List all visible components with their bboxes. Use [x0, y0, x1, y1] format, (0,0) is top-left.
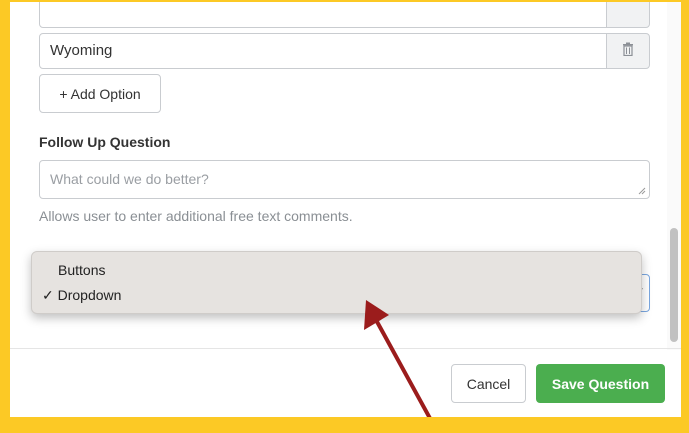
display-type-menu: Buttons ✓ Dropdown [31, 251, 642, 314]
save-question-button[interactable]: Save Question [536, 364, 665, 403]
follow-up-input[interactable]: What could we do better? [39, 160, 650, 199]
menu-item-buttons[interactable]: Buttons [58, 262, 105, 278]
scrollbar-thumb[interactable] [670, 228, 678, 342]
add-option-button[interactable]: + Add Option [39, 74, 161, 113]
option-input[interactable] [39, 0, 607, 28]
arrow-shaft [373, 316, 440, 433]
trash-icon [622, 42, 634, 61]
check-icon: ✓ [42, 287, 54, 303]
option-row [39, 0, 650, 28]
option-row: Wyoming [39, 33, 650, 69]
delete-option-button[interactable] [606, 33, 650, 69]
follow-up-placeholder: What could we do better? [50, 171, 209, 187]
follow-up-help-text: Allows user to enter additional free tex… [39, 208, 353, 224]
option-input[interactable]: Wyoming [39, 33, 607, 69]
menu-item-dropdown[interactable]: ✓ Dropdown [42, 287, 121, 304]
cancel-button[interactable]: Cancel [451, 364, 526, 403]
delete-option-button[interactable] [606, 0, 650, 28]
resize-handle-icon[interactable] [638, 187, 646, 195]
footer-divider [10, 348, 681, 349]
menu-item-label: Dropdown [57, 287, 122, 303]
follow-up-label: Follow Up Question [39, 134, 171, 150]
